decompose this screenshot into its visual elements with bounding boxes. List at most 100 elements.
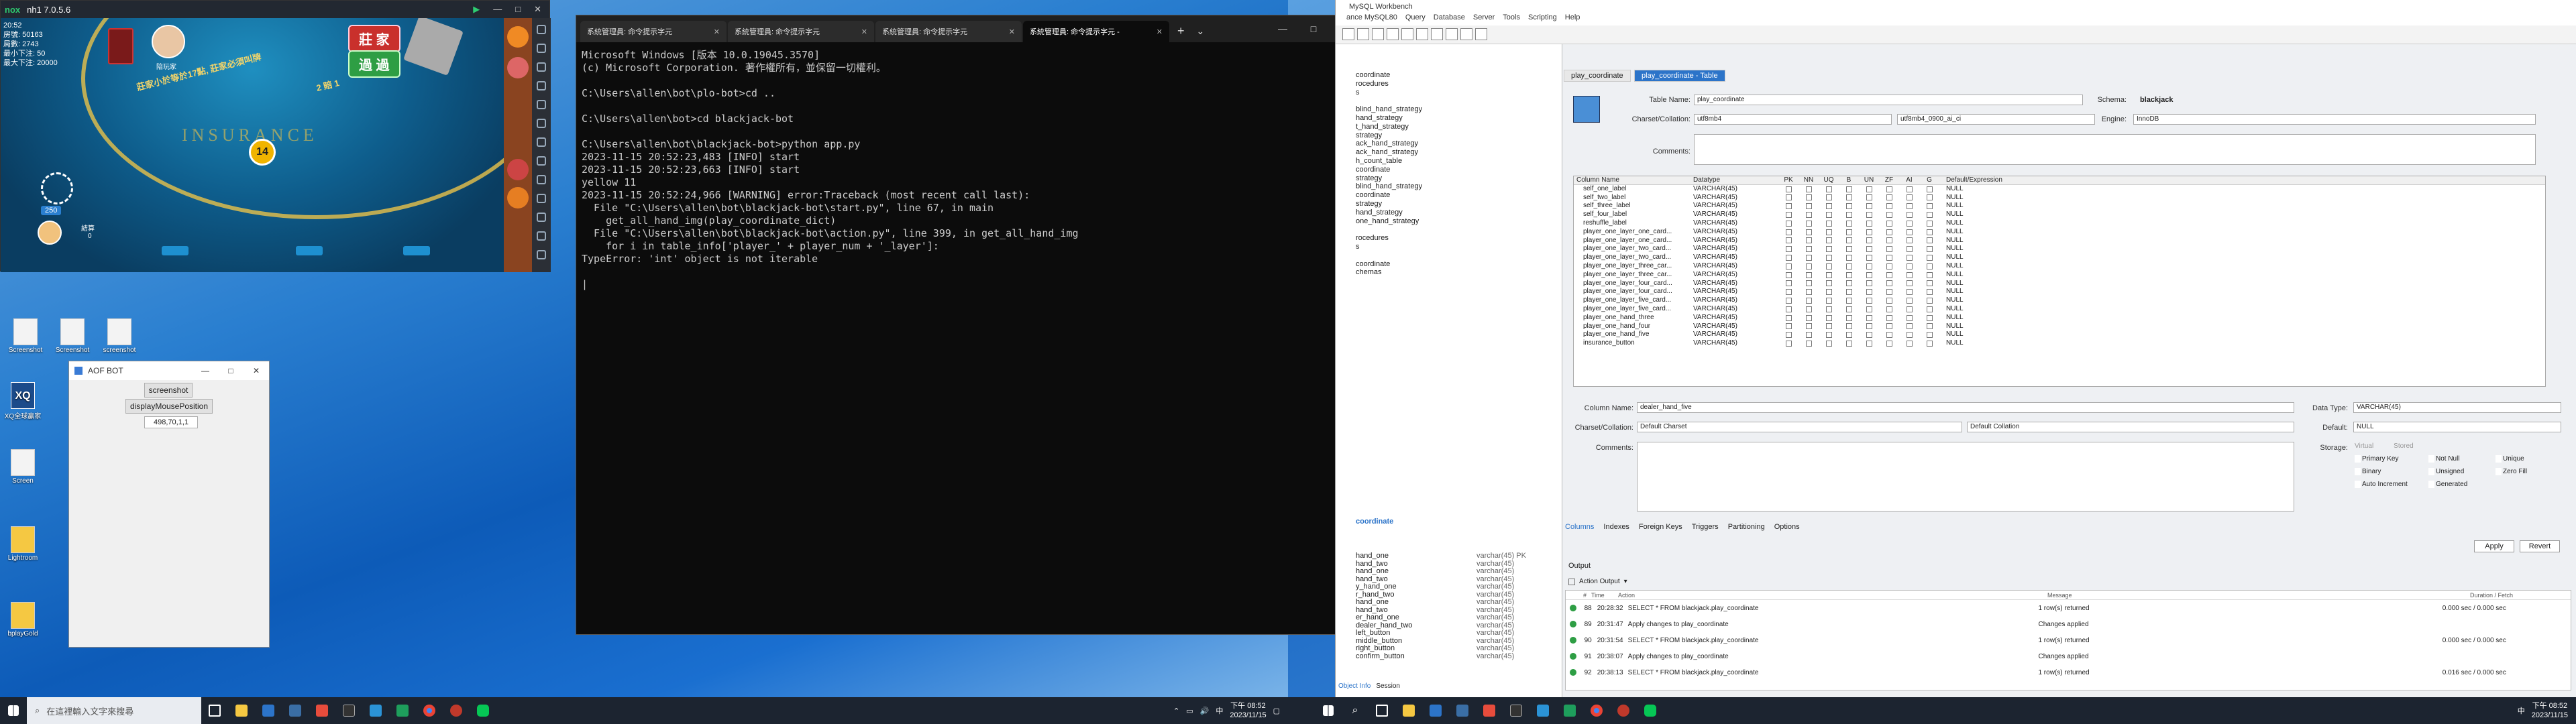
column-name-cell[interactable]: self_two_label: [1574, 194, 1693, 202]
table-row[interactable]: self_four_label VARCHAR(45) NULL: [1574, 210, 2545, 219]
column-charset-select[interactable]: Default Charset: [1637, 422, 1962, 432]
default-cell[interactable]: NULL: [1939, 322, 1964, 331]
flag-checkbox[interactable]: [1839, 339, 1859, 348]
default-cell[interactable]: NULL: [1939, 185, 1964, 194]
flag-checkbox[interactable]: [1839, 271, 1859, 280]
procedure-icon[interactable]: [1431, 28, 1443, 40]
flag-checkbox[interactable]: [1778, 237, 1799, 245]
terminal-icon[interactable]: [335, 697, 362, 724]
flag-checkbox[interactable]: [1879, 219, 1899, 228]
default-cell[interactable]: NULL: [1939, 194, 1964, 202]
volume-icon[interactable]: [537, 62, 546, 72]
tab-play-coordinate[interactable]: play_coordinate: [1564, 70, 1631, 82]
default-cell[interactable]: NULL: [1939, 237, 1964, 245]
flag-checkbox[interactable]: [1879, 314, 1899, 322]
close-tab-icon[interactable]: ✕: [1009, 27, 1015, 36]
flag-checkbox[interactable]: [1839, 245, 1859, 253]
flag-checkbox[interactable]: [1819, 245, 1839, 253]
flag-checkbox[interactable]: [1778, 219, 1799, 228]
schema-tree-item[interactable]: hand_strategy: [1356, 114, 1562, 123]
flag-checkbox[interactable]: [1778, 253, 1799, 262]
schema-tree-item[interactable]: t_hand_strategy: [1356, 123, 1562, 131]
chrome-icon[interactable]: [1583, 697, 1610, 724]
column-name-cell[interactable]: player_one_layer_four_card...: [1574, 280, 1693, 288]
flag-checkbox[interactable]: Unique: [2496, 455, 2563, 463]
table-row[interactable]: player_one_hand_four VARCHAR(45) NULL: [1574, 322, 2545, 331]
flag-checkbox[interactable]: [1859, 194, 1879, 202]
multi-window-icon[interactable]: [537, 250, 546, 259]
table-icon[interactable]: [1401, 28, 1413, 40]
search-icon[interactable]: ⌕: [1342, 697, 1368, 724]
flag-checkbox[interactable]: [1899, 202, 1919, 210]
datatype-input[interactable]: VARCHAR(45): [2353, 402, 2561, 413]
schema-tree-item[interactable]: rocedures: [1356, 234, 1562, 243]
tab-session[interactable]: Session: [1376, 682, 1400, 690]
flag-checkbox[interactable]: [1819, 210, 1839, 219]
flag-checkbox[interactable]: [1899, 237, 1919, 245]
desktop-icon[interactable]: screenshot: [99, 318, 140, 354]
flag-checkbox[interactable]: [1899, 262, 1919, 271]
desktop-icon[interactable]: Screen: [3, 449, 43, 485]
macro-icon[interactable]: [537, 137, 546, 147]
flag-checkbox[interactable]: [1879, 296, 1899, 305]
flag-checkbox[interactable]: [1859, 202, 1879, 210]
flag-checkbox[interactable]: [1899, 314, 1919, 322]
app-icon[interactable]: [282, 697, 309, 724]
flag-checkbox[interactable]: Binary: [2355, 468, 2428, 475]
collation-select[interactable]: utf8mb4_0900_ai_ci: [1897, 114, 2095, 125]
flag-checkbox[interactable]: [1859, 322, 1879, 331]
tab-foreign-keys[interactable]: Foreign Keys: [1639, 523, 1682, 531]
banker-button[interactable]: 莊 家: [348, 25, 400, 52]
display-mouse-position-button[interactable]: displayMousePosition: [125, 399, 213, 414]
flag-checkbox[interactable]: [1879, 237, 1899, 245]
flag-checkbox[interactable]: [1839, 194, 1859, 202]
flag-checkbox[interactable]: [1819, 271, 1839, 280]
schema-tree-item[interactable]: coordinate: [1356, 191, 1562, 200]
column-name-cell[interactable]: self_one_label: [1574, 185, 1693, 194]
schema-tree-item[interactable]: strategy: [1356, 200, 1562, 208]
flag-checkbox[interactable]: Primary Key: [2355, 455, 2428, 463]
close-tab-icon[interactable]: ✕: [1157, 27, 1163, 36]
bet-spot[interactable]: [41, 172, 73, 204]
flag-checkbox[interactable]: [1799, 185, 1819, 194]
tab-dropdown-button[interactable]: ⌄: [1193, 25, 1209, 42]
flag-checkbox[interactable]: [1778, 322, 1799, 331]
flag-checkbox[interactable]: [1919, 245, 1939, 253]
flag-checkbox[interactable]: [1778, 330, 1799, 339]
default-cell[interactable]: NULL: [1939, 253, 1964, 262]
close-button[interactable]: ✕: [534, 4, 541, 15]
flag-checkbox[interactable]: [1919, 262, 1939, 271]
mic-icon[interactable]: [507, 159, 529, 180]
flag-checkbox[interactable]: [1859, 237, 1879, 245]
flag-checkbox[interactable]: [1799, 202, 1819, 210]
flag-checkbox[interactable]: [1899, 339, 1919, 348]
task-view-icon[interactable]: [1368, 697, 1395, 724]
notification-icon[interactable]: ▢: [1273, 707, 1280, 715]
schema-tree-item[interactable]: hand_strategy: [1356, 208, 1562, 217]
menu-scripting[interactable]: Scripting: [1528, 13, 1557, 25]
maximize-button[interactable]: □: [515, 4, 521, 15]
table-row[interactable]: player_one_layer_four_card... VARCHAR(45)…: [1574, 288, 2545, 296]
schema-tree-item[interactable]: one_hand_strategy: [1356, 217, 1562, 226]
schema-tree-item[interactable]: ack_hand_strategy: [1356, 139, 1562, 148]
open-sql-icon[interactable]: [1357, 28, 1369, 40]
datatype-cell[interactable]: VARCHAR(45): [1693, 322, 1778, 331]
output-row[interactable]: 92 20:38:13 SELECT * FROM blackjack.play_c…: [1566, 664, 2571, 680]
screenshot-button[interactable]: screenshot: [144, 383, 193, 398]
file-explorer-icon[interactable]: [1395, 697, 1422, 724]
table-row[interactable]: player_one_layer_four_card... VARCHAR(45)…: [1574, 280, 2545, 288]
flag-checkbox[interactable]: [1819, 194, 1839, 202]
flag-checkbox[interactable]: [1899, 210, 1919, 219]
flag-checkbox[interactable]: [1919, 280, 1939, 288]
flag-checkbox[interactable]: Unsigned: [2428, 468, 2496, 475]
schema-tree-item[interactable]: s: [1356, 243, 1562, 251]
table-row[interactable]: player_one_layer_three_car... VARCHAR(45)…: [1574, 262, 2545, 271]
terminal-icon[interactable]: [1503, 697, 1529, 724]
flag-checkbox[interactable]: [1879, 280, 1899, 288]
default-cell[interactable]: NULL: [1939, 262, 1964, 271]
menu-query[interactable]: Query: [1405, 13, 1426, 25]
menu-icon[interactable]: [507, 26, 529, 48]
column-name-cell[interactable]: player_one_layer_one_card...: [1574, 228, 1693, 237]
flag-checkbox[interactable]: [1819, 202, 1839, 210]
app-icon[interactable]: [309, 697, 335, 724]
